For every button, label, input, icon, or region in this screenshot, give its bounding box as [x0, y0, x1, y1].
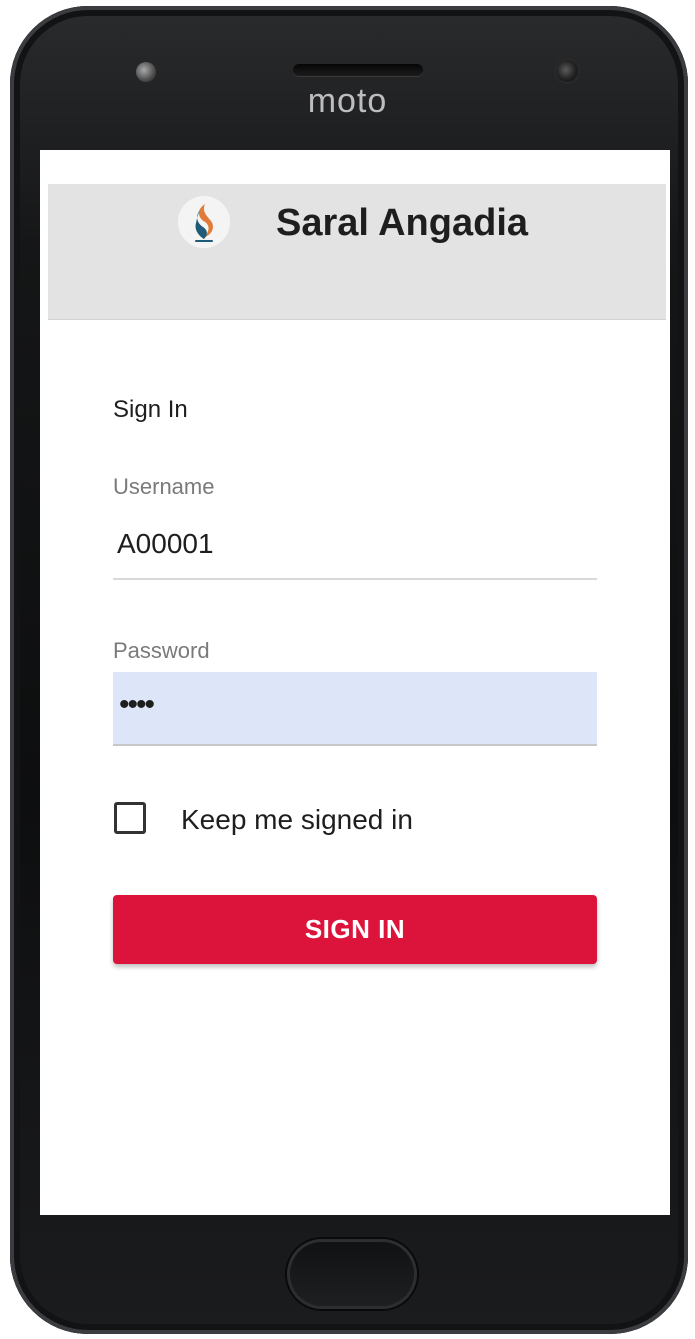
app-title: Saral Angadia: [276, 202, 529, 244]
password-label: Password: [113, 638, 210, 663]
app-header: Saral Angadia: [48, 184, 666, 320]
keep-signed-in-checkbox[interactable]: [114, 802, 146, 834]
password-value: ••••: [119, 688, 155, 721]
device-brand-label: moto: [307, 82, 388, 120]
username-input[interactable]: A00001: [113, 512, 597, 580]
signin-heading: Sign In: [113, 396, 188, 423]
signin-button[interactable]: SIGN IN: [113, 895, 597, 964]
home-button[interactable]: [287, 1239, 417, 1309]
password-input[interactable]: ••••: [113, 672, 597, 746]
proximity-sensor: [136, 62, 156, 82]
front-camera: [556, 60, 578, 82]
username-label: Username: [113, 474, 215, 499]
username-value: A00001: [117, 528, 214, 559]
app-logo-icon: [178, 196, 230, 248]
app-screen: Saral Angadia Sign In Username A00001 Pa…: [40, 150, 670, 1215]
earpiece-speaker: [293, 64, 423, 76]
keep-signed-in-label[interactable]: Keep me signed in: [181, 804, 413, 836]
